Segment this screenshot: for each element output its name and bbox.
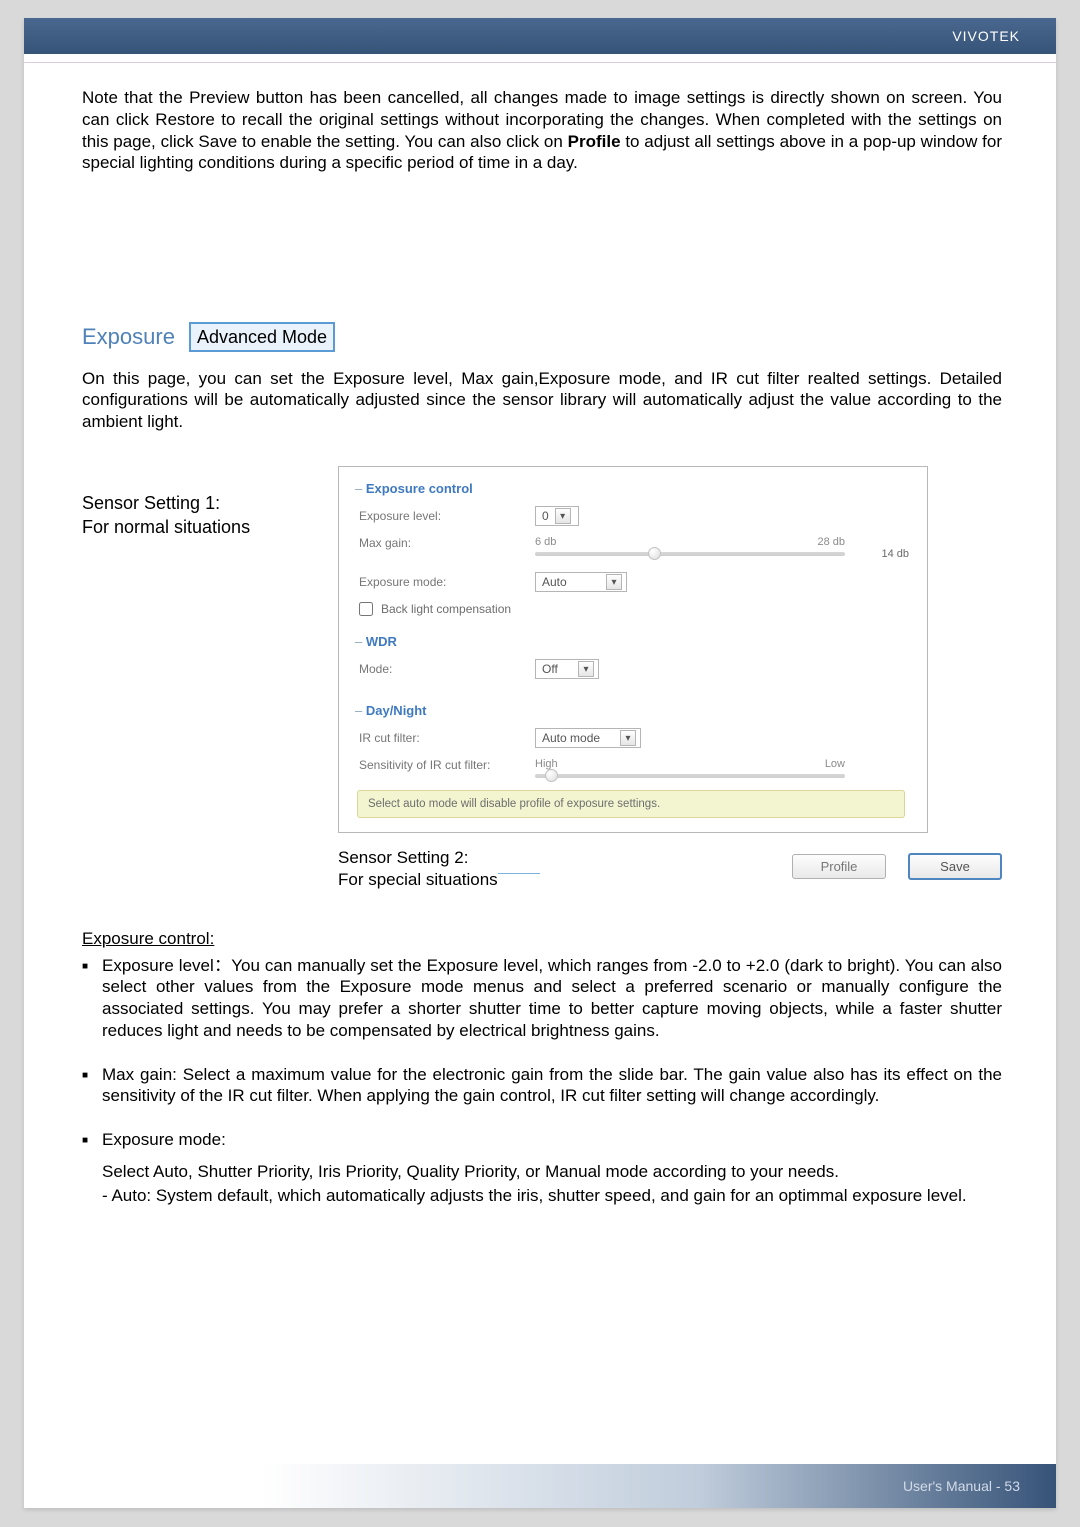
ir-filter-select[interactable]: Auto mode xyxy=(535,728,641,748)
wdr-title: WDR xyxy=(355,634,909,649)
brand-label: VIVOTEK xyxy=(952,28,1020,44)
bullet-icon xyxy=(82,1064,102,1108)
gain-max-label: 28 db xyxy=(817,536,845,548)
ir-sensitivity-slider[interactable] xyxy=(535,774,845,778)
bullet-icon xyxy=(82,955,102,1042)
bullet-max-gain: Max gain: Select a maximum value for the… xyxy=(82,1064,1002,1108)
ir-filter-row: IR cut filter: Auto mode xyxy=(359,728,909,748)
exposure-level-label: Exposure level: xyxy=(359,509,535,523)
max-gain-slider[interactable] xyxy=(535,552,845,556)
exposure-paragraph: On this page, you can set the Exposure l… xyxy=(82,368,1002,432)
exposure-level-row: Exposure level: 0 xyxy=(359,506,909,526)
slider-thumb[interactable] xyxy=(545,769,558,782)
exposure-mode-sub1: Select Auto, Shutter Priority, Iris Prio… xyxy=(102,1161,1002,1183)
exposure-control-subhead: Exposure control: xyxy=(82,929,1002,949)
chevron-down-icon xyxy=(620,730,636,746)
exposure-level-select[interactable]: 0 xyxy=(535,506,579,526)
bullet-max-gain-text: Max gain: Select a maximum value for the… xyxy=(102,1064,1002,1108)
max-gain-slider-area: 6 db 28 db xyxy=(535,536,871,556)
sensor2-line2: For special situations xyxy=(338,869,498,891)
exposure-mode-label: Exposure mode: xyxy=(359,575,535,589)
ir-sensitivity-label: Sensitivity of IR cut filter: xyxy=(359,758,535,772)
settings-panel: Exposure control Exposure level: 0 Max g… xyxy=(338,466,928,833)
wdr-mode-value: Off xyxy=(542,662,558,676)
exposure-mode-value: Auto xyxy=(542,575,567,589)
chevron-down-icon xyxy=(555,508,571,524)
content-area: Note that the Preview button has been ca… xyxy=(24,63,1056,1206)
max-gain-row: Max gain: 6 db 28 db 14 db xyxy=(359,536,909,560)
header-bar: VIVOTEK xyxy=(24,18,1056,54)
sensor1-line1: Sensor Setting 1: xyxy=(82,492,332,515)
under-panel-row: Sensor Setting 2: For special situations… xyxy=(338,847,1002,891)
day-night-title: Day/Night xyxy=(355,703,909,718)
chevron-down-icon xyxy=(606,574,622,590)
sens-high-label: High xyxy=(535,758,558,770)
exposure-heading: Exposure xyxy=(82,324,175,350)
blc-checkbox[interactable] xyxy=(359,602,373,616)
page: VIVOTEK Note that the Preview button has… xyxy=(24,18,1056,1508)
slider-thumb[interactable] xyxy=(648,547,661,560)
max-gain-label: Max gain: xyxy=(359,536,535,550)
exposure-control-title: Exposure control xyxy=(355,481,909,496)
callout-line-2 xyxy=(498,873,540,874)
gain-min-label: 6 db xyxy=(535,536,556,548)
sensor2-line1: Sensor Setting 2: xyxy=(338,847,498,869)
ir-filter-label: IR cut filter: xyxy=(359,731,535,745)
ir-filter-value: Auto mode xyxy=(542,731,600,745)
wdr-mode-label: Mode: xyxy=(359,662,535,676)
save-button[interactable]: Save xyxy=(908,853,1002,880)
exposure-mode-select[interactable]: Auto xyxy=(535,572,627,592)
intro-paragraph: Note that the Preview button has been ca… xyxy=(82,87,1002,174)
chevron-down-icon xyxy=(578,661,594,677)
bullet-exposure-mode: Exposure mode: xyxy=(82,1129,1002,1151)
advanced-mode-badge: Advanced Mode xyxy=(189,322,335,352)
exposure-level-value: 0 xyxy=(542,509,549,523)
exposure-mode-row: Exposure mode: Auto xyxy=(359,572,909,592)
blc-label: Back light compensation xyxy=(381,602,511,616)
gain-current-value: 14 db xyxy=(881,548,909,560)
exposure-mode-sub2: - Auto: System default, which automatica… xyxy=(102,1185,1002,1207)
bullet-exposure-level-text: Exposure level：You can manually set the … xyxy=(102,955,1002,1042)
wdr-mode-row: Mode: Off xyxy=(359,659,909,679)
sensor-setting-2-note: Sensor Setting 2: For special situations xyxy=(338,847,498,891)
bullet-exposure-mode-text: Exposure mode: xyxy=(102,1129,226,1151)
sensor-setting-1-note: Sensor Setting 1: For normal situations xyxy=(82,466,332,539)
blc-row: Back light compensation xyxy=(359,602,909,616)
sens-low-label: Low xyxy=(825,758,845,770)
panel-wrap: Sensor Setting 1: For normal situations … xyxy=(82,466,1002,891)
button-row: Profile Save xyxy=(792,847,1002,880)
bullet-exposure-level: Exposure level：You can manually set the … xyxy=(82,955,1002,1042)
auto-mode-note: Select auto mode will disable profile of… xyxy=(357,790,905,818)
ir-sensitivity-slider-area: High Low xyxy=(535,758,909,778)
sensor1-line2: For normal situations xyxy=(82,516,332,539)
bullet-icon xyxy=(82,1129,102,1151)
profile-button[interactable]: Profile xyxy=(792,854,886,879)
wdr-mode-select[interactable]: Off xyxy=(535,659,599,679)
exposure-heading-row: Exposure Advanced Mode xyxy=(82,322,1002,352)
footer-page-label: User's Manual - 53 xyxy=(903,1478,1020,1494)
ir-sensitivity-row: Sensitivity of IR cut filter: High Low xyxy=(359,758,909,778)
